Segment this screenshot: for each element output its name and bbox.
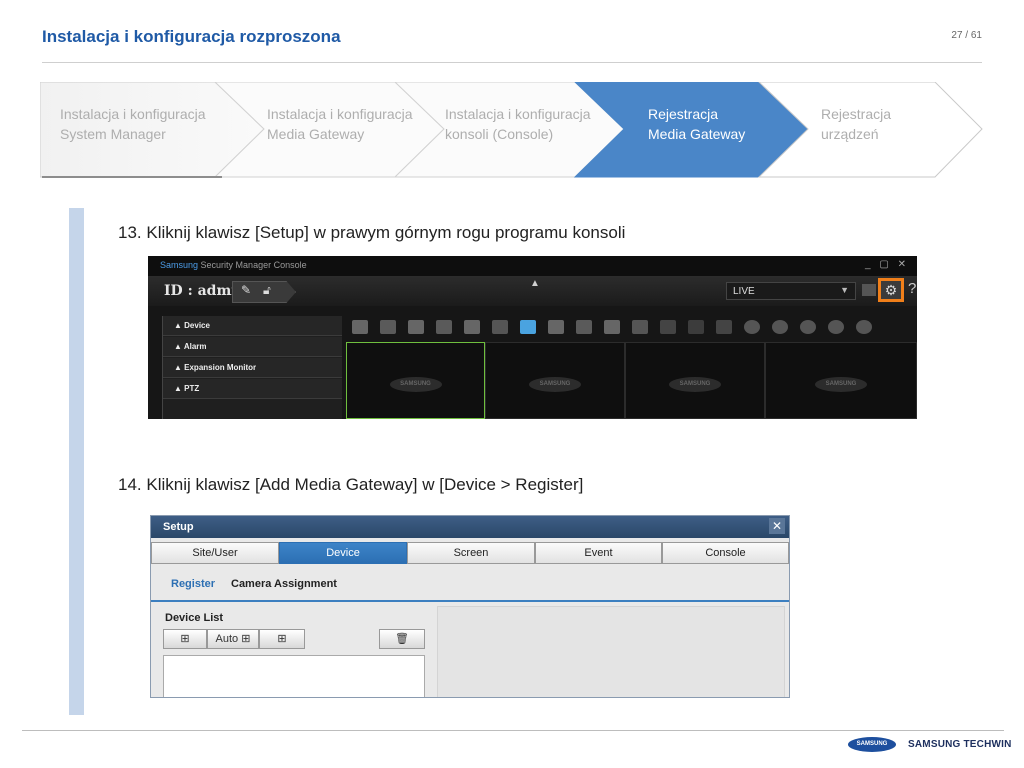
print-icon[interactable] bbox=[576, 320, 592, 334]
layout-2-icon[interactable] bbox=[380, 320, 396, 334]
setup-tabs: Site/User Device Screen Event Console bbox=[151, 542, 789, 564]
snapshot-icon[interactable] bbox=[548, 320, 564, 334]
delete-button[interactable]: 🗑︎ bbox=[379, 629, 425, 649]
record-icon[interactable] bbox=[520, 320, 536, 334]
zoom-in-icon[interactable] bbox=[744, 320, 760, 334]
brightness-icon[interactable] bbox=[828, 320, 844, 334]
step-2-label: Instalacja i konfiguracja Media Gateway bbox=[267, 106, 413, 142]
sidebar-item-expansion-monitor[interactable]: ▲ Expansion Monitor bbox=[163, 358, 342, 378]
contrast-icon[interactable] bbox=[856, 320, 872, 334]
layout-4-icon[interactable] bbox=[408, 320, 424, 334]
samsung-logo: SAMSUNG bbox=[848, 737, 896, 752]
add-media-gateway-button[interactable]: ⊞ bbox=[163, 629, 207, 649]
device-list-label: Device List bbox=[165, 612, 224, 624]
microphone-icon[interactable] bbox=[716, 320, 732, 334]
tab-console[interactable]: Console bbox=[662, 542, 789, 564]
setup-titlebar: Setup ✕ bbox=[151, 516, 789, 538]
video-grid: SAMSUNG SAMSUNG SAMSUNG SAMSUNG bbox=[346, 342, 917, 419]
subtab-camera-assignment[interactable]: Camera Assignment bbox=[231, 578, 337, 590]
step-3-label: Instalacja i konfiguracja konsoli (Consol… bbox=[445, 106, 591, 142]
view-mode-select[interactable]: LIVE ▼ bbox=[726, 282, 856, 300]
layout-16-icon[interactable] bbox=[464, 320, 480, 334]
layout-9-icon[interactable] bbox=[436, 320, 452, 334]
console-sidebar: ▲ Device ▲ Alarm ▲ Expansion Monitor ▲ P… bbox=[162, 316, 342, 419]
step-5-label: Rejestracja urządzeń bbox=[821, 106, 892, 142]
instruction-13: 13. Kliknij klawisz [Setup] w prawym gór… bbox=[118, 223, 626, 242]
chevron-down-icon: ▼ bbox=[840, 285, 849, 295]
zoom-out-icon[interactable] bbox=[772, 320, 788, 334]
monitor-icon[interactable] bbox=[862, 284, 876, 296]
device-details-pane bbox=[437, 606, 785, 697]
subtab-register[interactable]: Register bbox=[171, 578, 215, 590]
tab-screen[interactable]: Screen bbox=[407, 542, 535, 564]
sidebar-item-device[interactable]: ▲ Device bbox=[163, 316, 342, 336]
step-1-label: Instalacja i konfiguracja System Manager bbox=[60, 106, 206, 142]
samsung-logo: SAMSUNG bbox=[815, 377, 867, 392]
lock-icon[interactable]: 🔓︎ bbox=[263, 283, 271, 298]
video-cell[interactable]: SAMSUNG bbox=[765, 342, 917, 419]
layout-1-icon[interactable] bbox=[352, 320, 368, 334]
setup-title: Setup bbox=[163, 521, 194, 533]
setup-subtabs: Register Camera Assignment bbox=[151, 570, 789, 602]
tab-device[interactable]: Device bbox=[279, 542, 407, 564]
screen-icon[interactable] bbox=[632, 320, 648, 334]
page-counter: 27 / 61 bbox=[951, 30, 982, 41]
footer-brand: SAMSUNG TECHWIN bbox=[908, 739, 1012, 750]
process-steps: Instalacja i konfiguracja System Manager … bbox=[40, 82, 985, 178]
video-cell[interactable]: SAMSUNG bbox=[485, 342, 625, 419]
page-title: Instalacja i konfiguracja rozproszona bbox=[42, 27, 341, 46]
console-toolbar: ID : admin ✎ 🔓︎ ▲ LIVE ▼ ⚙ ? bbox=[148, 276, 917, 306]
speaker-icon[interactable] bbox=[660, 320, 676, 334]
zoom-reset-icon[interactable] bbox=[800, 320, 816, 334]
samsung-logo: SAMSUNG bbox=[669, 377, 721, 392]
sidebar-item-ptz[interactable]: ▲ PTZ bbox=[163, 379, 342, 399]
instruction-14: 14. Kliknij klawisz [Add Media Gateway] … bbox=[118, 475, 584, 494]
console-titlebar: Samsung Security Manager Console _ ▢ ✕ bbox=[148, 256, 917, 276]
add-device-button[interactable]: ⊞ bbox=[259, 629, 305, 649]
auto-register-button[interactable]: Auto ⊞ bbox=[207, 629, 259, 649]
setup-gear-button[interactable]: ⚙ bbox=[878, 278, 904, 302]
device-list[interactable] bbox=[163, 655, 425, 697]
sidebar-item-alarm[interactable]: ▲ Alarm bbox=[163, 337, 342, 357]
collapse-arrow-icon[interactable]: ▲ bbox=[530, 278, 540, 289]
console-user-buttons[interactable]: ✎ 🔓︎ bbox=[232, 281, 296, 303]
tab-site-user[interactable]: Site/User bbox=[151, 542, 279, 564]
console-window-buttons[interactable]: _ ▢ ✕ bbox=[865, 259, 909, 270]
export-icon[interactable] bbox=[604, 320, 620, 334]
footer-divider bbox=[22, 730, 1004, 731]
fullscreen-icon[interactable] bbox=[492, 320, 508, 334]
samsung-logo: SAMSUNG bbox=[389, 377, 442, 392]
step-4-label: Rejestracja Media Gateway bbox=[648, 106, 746, 142]
header-divider bbox=[42, 62, 982, 63]
close-icon[interactable]: ✕ bbox=[769, 518, 785, 534]
setup-window-screenshot: Setup ✕ Site/User Device Screen Event Co… bbox=[150, 515, 790, 698]
edit-icon[interactable]: ✎ bbox=[241, 283, 251, 297]
help-button[interactable]: ? bbox=[908, 280, 916, 297]
video-cell[interactable]: SAMSUNG bbox=[625, 342, 765, 419]
tab-event[interactable]: Event bbox=[535, 542, 662, 564]
samsung-logo: SAMSUNG bbox=[529, 377, 581, 392]
console-app-title: Samsung Security Manager Console bbox=[160, 260, 307, 270]
video-cell[interactable]: SAMSUNG bbox=[346, 342, 485, 419]
console-icon-toolbar bbox=[348, 316, 917, 338]
volume-icon[interactable] bbox=[688, 320, 704, 334]
accent-bar bbox=[69, 208, 84, 715]
console-screenshot: Samsung Security Manager Console _ ▢ ✕ I… bbox=[148, 256, 917, 419]
